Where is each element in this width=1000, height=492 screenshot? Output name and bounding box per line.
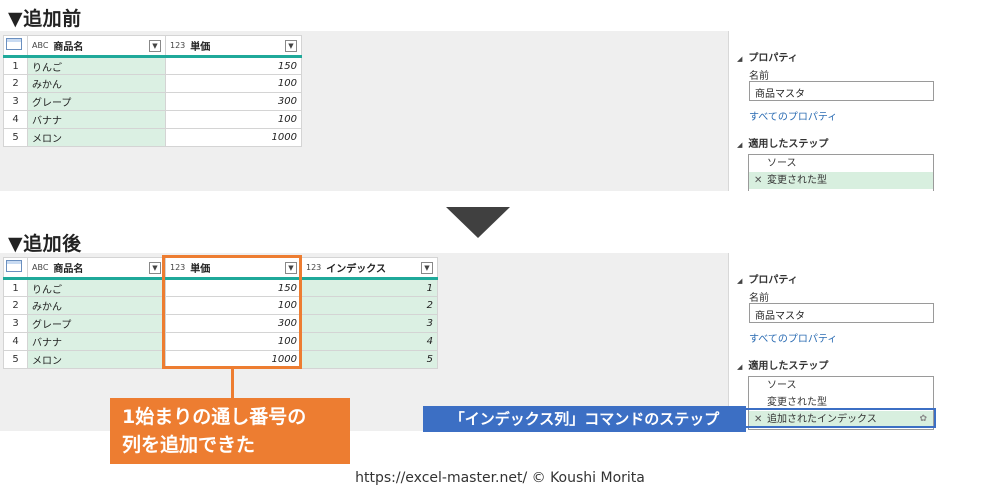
applied-steps-heading[interactable]: ◢ 適用したステップ xyxy=(737,135,828,150)
query-settings-pane: ◢ プロパティ 名前 商品マスタ すべてのプロパティ ◢ 適用したステップ ソース … xyxy=(728,31,955,191)
callout-text: 列を追加できた xyxy=(122,434,256,456)
cell-name[interactable]: バナナ xyxy=(27,332,166,351)
properties-heading[interactable]: ◢ プロパティ xyxy=(737,271,798,286)
column-header-price[interactable]: 123 単価 ▼ xyxy=(165,35,302,58)
heading-label: 適用したステップ xyxy=(748,361,829,372)
cell-index[interactable]: 2 xyxy=(301,296,438,315)
collapse-triangle-icon: ◢ xyxy=(737,277,743,285)
column-label: 単価 xyxy=(190,42,211,53)
row-number: 1 xyxy=(3,278,28,297)
heading-label: 適用したステップ xyxy=(748,139,829,150)
row-number: 4 xyxy=(3,110,28,129)
properties-heading[interactable]: ◢ プロパティ xyxy=(737,49,798,64)
cell-name[interactable]: グレープ xyxy=(27,92,166,111)
cell-name[interactable]: みかん xyxy=(27,296,166,315)
collapse-triangle-icon: ◢ xyxy=(737,55,743,63)
cell-name[interactable]: メロン xyxy=(27,350,166,369)
filter-dropdown-icon[interactable]: ▼ xyxy=(421,261,433,274)
cell-index[interactable]: 1 xyxy=(301,278,438,297)
cell-index[interactable]: 3 xyxy=(301,314,438,333)
cell-index[interactable]: 5 xyxy=(301,350,438,369)
before-panel: ABC 商品名 ▼ 123 単価 ▼ 1 りんご 150 2 みかん 100 3 グレー… xyxy=(0,31,955,191)
cell-price[interactable]: 100 xyxy=(165,110,302,129)
row-number: 5 xyxy=(3,350,28,369)
row-number: 3 xyxy=(3,92,28,111)
table-row: 2 みかん 100 xyxy=(3,74,302,93)
column-header-name[interactable]: ABC 商品名 ▼ xyxy=(27,257,166,280)
cell-name[interactable]: メロン xyxy=(27,128,166,147)
row-number: 5 xyxy=(3,128,28,147)
row-number: 3 xyxy=(3,314,28,333)
row-number: 2 xyxy=(3,296,28,315)
filter-dropdown-icon[interactable]: ▼ xyxy=(285,39,297,52)
step-source[interactable]: ソース xyxy=(749,377,933,394)
all-properties-link[interactable]: すべてのプロパティ xyxy=(749,108,837,123)
callout-text: 1始まりの通し番号の xyxy=(122,406,307,428)
column-header-index[interactable]: 123 インデックス ▼ xyxy=(301,257,438,280)
step-source[interactable]: ソース xyxy=(749,155,933,172)
table-icon xyxy=(6,260,22,272)
step-label: ソース xyxy=(767,380,797,391)
column-label: 商品名 xyxy=(53,264,84,275)
cell-price[interactable]: 100 xyxy=(165,74,302,93)
column-label: 商品名 xyxy=(53,42,84,53)
heading-label: プロパティ xyxy=(748,53,798,64)
step-label: 変更された型 xyxy=(767,175,827,186)
cell-name[interactable]: りんご xyxy=(27,56,166,75)
collapse-triangle-icon: ◢ xyxy=(737,141,743,149)
row-number: 2 xyxy=(3,74,28,93)
step-label: 変更された型 xyxy=(767,397,827,408)
filter-dropdown-icon[interactable]: ▼ xyxy=(149,261,161,274)
before-grid: ABC 商品名 ▼ 123 単価 ▼ 1 りんご 150 2 みかん 100 3 グレー… xyxy=(3,35,302,147)
footer-credit: https://excel-master.net/ © Koushi Morit… xyxy=(355,470,645,486)
column-header-name[interactable]: ABC 商品名 ▼ xyxy=(27,35,166,58)
row-number: 1 xyxy=(3,56,28,75)
column-label: インデックス xyxy=(326,264,386,275)
step-label: ソース xyxy=(767,158,797,169)
cell-name[interactable]: グレープ xyxy=(27,314,166,333)
table-menu-button[interactable] xyxy=(3,35,28,58)
cell-price[interactable]: 300 xyxy=(165,92,302,111)
number-type-icon: 123 xyxy=(306,263,322,272)
query-name-input[interactable]: 商品マスタ xyxy=(749,81,934,101)
text-type-icon: ABC xyxy=(32,263,49,272)
query-settings-pane: ◢ プロパティ 名前 商品マスタ すべてのプロパティ ◢ 適用したステップ ソース … xyxy=(728,253,955,431)
price-column-highlight xyxy=(162,255,302,369)
table-icon xyxy=(6,38,22,50)
added-step-highlight xyxy=(744,408,936,428)
query-name-input[interactable]: 商品マスタ xyxy=(749,303,934,323)
name-label: 名前 xyxy=(749,293,769,304)
name-label: 名前 xyxy=(749,71,769,82)
heading-label: プロパティ xyxy=(748,275,798,286)
orange-callout: 1始まりの通し番号の 列を追加できた xyxy=(110,398,350,464)
table-row: 5 メロン 1000 xyxy=(3,128,302,147)
cell-name[interactable]: バナナ xyxy=(27,110,166,129)
text-type-icon: ABC xyxy=(32,41,49,50)
delete-step-icon[interactable]: ✕ xyxy=(754,172,762,189)
row-number: 4 xyxy=(3,332,28,351)
table-row: 1 りんご 150 xyxy=(3,56,302,75)
applied-steps-list: ソース ✕ 変更された型 xyxy=(748,154,934,191)
after-title: ▼追加後 xyxy=(8,233,82,255)
down-arrow-icon xyxy=(446,207,510,238)
cell-name[interactable]: みかん xyxy=(27,74,166,93)
table-menu-button[interactable] xyxy=(3,257,28,280)
cell-index[interactable]: 4 xyxy=(301,332,438,351)
applied-steps-heading[interactable]: ◢ 適用したステップ xyxy=(737,357,828,372)
step-changed-type[interactable]: ✕ 変更された型 xyxy=(749,172,933,189)
number-type-icon: 123 xyxy=(170,41,186,50)
cell-price[interactable]: 1000 xyxy=(165,128,302,147)
all-properties-link[interactable]: すべてのプロパティ xyxy=(749,330,837,345)
cell-price[interactable]: 150 xyxy=(165,56,302,75)
table-row: 3 グレープ 300 xyxy=(3,92,302,111)
table-row: 4 バナナ 100 xyxy=(3,110,302,129)
collapse-triangle-icon: ◢ xyxy=(737,363,743,371)
filter-dropdown-icon[interactable]: ▼ xyxy=(149,39,161,52)
before-title: ▼追加前 xyxy=(8,8,82,30)
cell-name[interactable]: りんご xyxy=(27,278,166,297)
blue-callout: 「インデックス列」コマンドのステップ xyxy=(423,406,746,432)
